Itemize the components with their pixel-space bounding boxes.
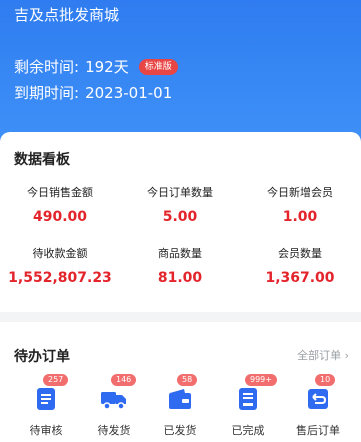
metric-product-count[interactable]: 商品数量 81.00 xyxy=(120,245,240,286)
metric-today-sales[interactable]: 今日销售金额 490.00 xyxy=(0,184,120,225)
return-icon xyxy=(308,389,328,409)
account-header: 吉及点批发商城 剩余时间: 192天 标准版 到期时间: 2023-01-01 xyxy=(0,0,361,150)
delivery-truck-icon xyxy=(101,392,126,410)
remaining-time-value: 192天 xyxy=(85,58,129,76)
order-status-shipped[interactable]: 58 已发货 xyxy=(148,374,212,438)
order-status-completed[interactable]: 999+ 已完成 xyxy=(216,374,280,438)
metric-label: 今日订单数量 xyxy=(147,186,213,199)
metric-label: 今日新增会员 xyxy=(267,186,333,199)
edition-badge: 标准版 xyxy=(138,58,178,75)
metric-value: 5.00 xyxy=(162,209,198,225)
count-badge: 10 xyxy=(315,374,336,386)
metric-label: 会员数量 xyxy=(278,247,322,260)
count-badge: 146 xyxy=(111,374,137,386)
metric-label: 待收款金额 xyxy=(32,247,88,260)
metric-today-new-members[interactable]: 今日新增会员 1.00 xyxy=(240,184,360,225)
wallet-icon xyxy=(169,389,191,409)
order-status-after-sales[interactable]: 10 售后订单 xyxy=(286,374,350,438)
data-dashboard-card: 数据看板 今日销售金额 490.00 今日订单数量 5.00 今日新增会员 1.… xyxy=(0,132,361,312)
metric-value: 1.00 xyxy=(282,209,318,225)
order-status-to-ship[interactable]: 146 待发货 xyxy=(82,374,146,438)
all-orders-link[interactable]: 全部订单 › xyxy=(297,347,349,363)
document-list-icon xyxy=(37,388,55,410)
expiry-time-label: 到期时间: xyxy=(14,84,80,102)
expiry-time-value: 2023-01-01 xyxy=(85,83,173,102)
order-status-label: 已完成 xyxy=(231,424,265,437)
remaining-time-label: 剩余时间: xyxy=(14,58,80,76)
metric-value: 490.00 xyxy=(32,209,88,225)
order-status-pending-review[interactable]: 257 待审核 xyxy=(14,374,78,438)
remaining-time-row: 剩余时间: 192天 标准版 xyxy=(14,56,178,77)
metric-label: 商品数量 xyxy=(158,247,202,260)
store-name: 吉及点批发商城 xyxy=(14,6,120,24)
expiry-time-row: 到期时间: 2023-01-01 xyxy=(14,82,172,103)
dashboard-title: 数据看板 xyxy=(14,152,70,168)
count-badge: 257 xyxy=(43,374,69,386)
metric-receivables[interactable]: 待收款金额 1,552,807.23 xyxy=(0,245,120,286)
metric-today-orders[interactable]: 今日订单数量 5.00 xyxy=(120,184,240,225)
order-status-label: 待审核 xyxy=(29,424,63,437)
order-status-label: 已发货 xyxy=(163,424,197,437)
pending-orders-title: 待办订单 xyxy=(14,349,70,365)
pending-orders-card: 待办订单 全部订单 › 257 待审核 146 待发货 58 已发货 999+ … xyxy=(0,322,361,442)
count-badge: 999+ xyxy=(245,374,277,386)
metric-label: 今日销售金额 xyxy=(27,186,93,199)
metric-value: 1,367.00 xyxy=(265,270,335,286)
order-status-label: 售后订单 xyxy=(296,424,340,437)
metric-member-count[interactable]: 会员数量 1,367.00 xyxy=(240,245,360,286)
completed-document-icon xyxy=(239,388,257,410)
count-badge: 58 xyxy=(177,374,198,386)
metric-value: 1,552,807.23 xyxy=(8,270,112,286)
order-status-label: 待发货 xyxy=(97,424,131,437)
metric-value: 81.00 xyxy=(157,270,203,286)
